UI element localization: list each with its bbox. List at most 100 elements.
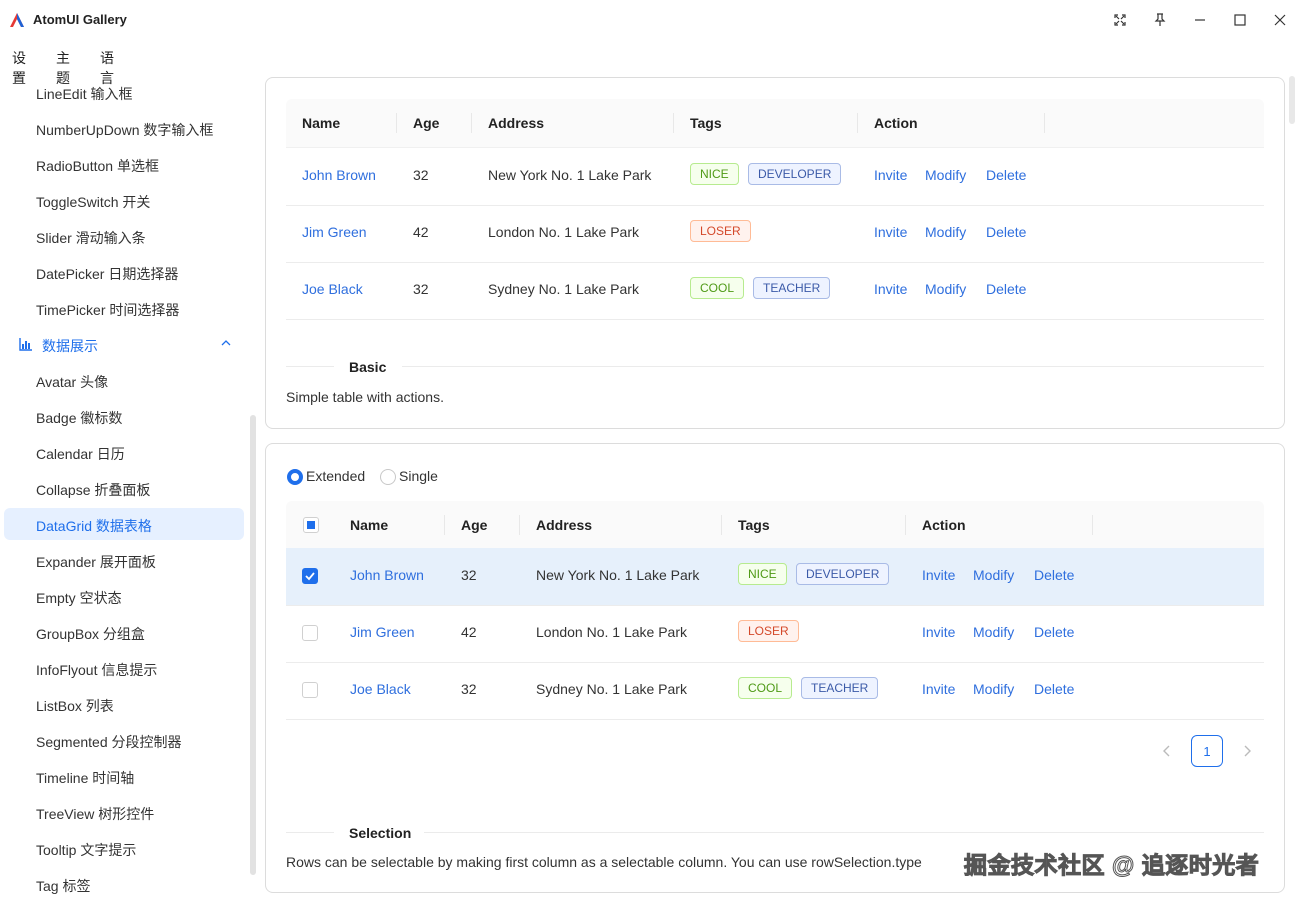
sidebar-item-segmented[interactable]: Segmented 分段控制器 bbox=[4, 724, 244, 756]
modify-link[interactable]: Modify bbox=[925, 167, 966, 183]
column-header-address[interactable]: Address bbox=[536, 517, 592, 533]
column-header-name[interactable]: Name bbox=[302, 115, 340, 131]
sidebar-item-avatar[interactable]: Avatar 头像 bbox=[4, 364, 244, 396]
delete-link[interactable]: Delete bbox=[986, 167, 1026, 183]
invite-link[interactable]: Invite bbox=[922, 567, 955, 583]
sidebar-item-empty[interactable]: Empty 空状态 bbox=[4, 580, 244, 612]
section-description: Rows can be selectable by making first c… bbox=[286, 854, 922, 870]
sidebar-item-slider[interactable]: Slider 滑动输入条 bbox=[4, 220, 244, 252]
invite-link[interactable]: Invite bbox=[874, 224, 907, 240]
row-age: 32 bbox=[461, 567, 477, 583]
fullscreen-button[interactable] bbox=[1108, 8, 1132, 32]
invite-link[interactable]: Invite bbox=[874, 281, 907, 297]
maximize-button[interactable] bbox=[1228, 8, 1252, 32]
basic-example-card: Name Age Address Tags Action John Brown … bbox=[265, 77, 1285, 429]
table-row[interactable]: Joe Black 32 Sydney No. 1 Lake Park COOL… bbox=[286, 662, 1264, 720]
sidebar-scrollbar[interactable] bbox=[250, 415, 256, 875]
column-divider bbox=[1092, 515, 1093, 535]
sidebar-item-datagrid[interactable]: DataGrid 数据表格 bbox=[4, 508, 244, 540]
invite-link[interactable]: Invite bbox=[874, 167, 907, 183]
modify-link[interactable]: Modify bbox=[973, 624, 1014, 640]
sidebar-item-lineedit[interactable]: LineEdit 输入框 bbox=[4, 76, 244, 108]
row-name[interactable]: Jim Green bbox=[302, 224, 367, 240]
chart-icon bbox=[19, 338, 32, 351]
delete-link[interactable]: Delete bbox=[986, 224, 1026, 240]
invite-link[interactable]: Invite bbox=[922, 624, 955, 640]
minimize-icon bbox=[1195, 19, 1205, 21]
pin-button[interactable] bbox=[1148, 8, 1172, 32]
sidebar-group-data-display[interactable]: 数据展示 bbox=[4, 328, 244, 360]
table-row-selected[interactable]: John Brown 32 New York No. 1 Lake Park N… bbox=[286, 548, 1264, 606]
row-name[interactable]: John Brown bbox=[302, 167, 376, 183]
sidebar-item-radiobutton[interactable]: RadioButton 单选框 bbox=[4, 148, 244, 180]
section-title: Selection bbox=[349, 825, 412, 841]
sidebar-item-label: Expander 展开面板 bbox=[36, 554, 156, 570]
minimize-button[interactable] bbox=[1188, 8, 1212, 32]
tag-cool: COOL bbox=[690, 277, 745, 299]
pagination-next-button[interactable] bbox=[1232, 736, 1262, 766]
radio-single-label[interactable]: Single bbox=[399, 468, 438, 484]
modify-link[interactable]: Modify bbox=[925, 224, 966, 240]
sidebar-item-badge[interactable]: Badge 徽标数 bbox=[4, 400, 244, 432]
sidebar-item-label: Calendar 日历 bbox=[36, 446, 125, 462]
sidebar-item-label: Timeline 时间轴 bbox=[36, 770, 135, 786]
app-title: AtomUI Gallery bbox=[33, 12, 127, 27]
sidebar-item-calendar[interactable]: Calendar 日历 bbox=[4, 436, 244, 468]
sidebar-item-toggleswitch[interactable]: ToggleSwitch 开关 bbox=[4, 184, 244, 216]
sidebar-item-label: TreeView 树形控件 bbox=[36, 806, 155, 822]
selection-table: Name Age Address Tags Action John Brown … bbox=[286, 501, 1264, 721]
modify-link[interactable]: Modify bbox=[925, 281, 966, 297]
close-button[interactable] bbox=[1268, 8, 1292, 32]
modify-link[interactable]: Modify bbox=[973, 567, 1014, 583]
row-name[interactable]: Joe Black bbox=[302, 281, 363, 297]
sidebar-item-timeline[interactable]: Timeline 时间轴 bbox=[4, 760, 244, 792]
sidebar-item-numberupdown[interactable]: NumberUpDown 数字输入框 bbox=[4, 112, 244, 144]
delete-link[interactable]: Delete bbox=[1034, 681, 1074, 697]
row-name[interactable]: John Brown bbox=[350, 567, 424, 583]
column-header-tags[interactable]: Tags bbox=[738, 517, 770, 533]
section-title: Basic bbox=[349, 359, 387, 375]
delete-link[interactable]: Delete bbox=[1034, 624, 1074, 640]
sidebar-item-tag[interactable]: Tag 标签 bbox=[4, 868, 244, 900]
sidebar-item-expander[interactable]: Expander 展开面板 bbox=[4, 544, 244, 576]
sidebar-item-collapse[interactable]: Collapse 折叠面板 bbox=[4, 472, 244, 504]
row-checkbox[interactable] bbox=[302, 625, 318, 641]
content-scrollbar[interactable] bbox=[1289, 76, 1295, 124]
row-checkbox[interactable] bbox=[302, 682, 318, 698]
chevron-left-icon bbox=[1163, 745, 1170, 757]
pagination-prev-button[interactable] bbox=[1152, 736, 1182, 766]
table-row[interactable]: Jim Green 42 London No. 1 Lake Park LOSE… bbox=[286, 605, 1264, 663]
column-header-address[interactable]: Address bbox=[488, 115, 544, 131]
row-name[interactable]: Jim Green bbox=[350, 624, 415, 640]
select-all-checkbox[interactable] bbox=[303, 517, 319, 533]
radio-extended[interactable] bbox=[287, 469, 303, 485]
app-logo-icon bbox=[10, 13, 24, 27]
column-header-action[interactable]: Action bbox=[922, 517, 966, 533]
sidebar-item-label: Collapse 折叠面板 bbox=[36, 482, 151, 498]
column-header-name[interactable]: Name bbox=[350, 517, 388, 533]
row-checkbox[interactable] bbox=[302, 568, 318, 584]
modify-link[interactable]: Modify bbox=[973, 681, 1014, 697]
pagination-page-1[interactable]: 1 bbox=[1191, 735, 1223, 767]
sidebar-item-infoflyout[interactable]: InfoFlyout 信息提示 bbox=[4, 652, 244, 684]
radio-extended-label[interactable]: Extended bbox=[306, 468, 365, 484]
column-header-age[interactable]: Age bbox=[461, 517, 487, 533]
invite-link[interactable]: Invite bbox=[922, 681, 955, 697]
sidebar-item-tooltip[interactable]: Tooltip 文字提示 bbox=[4, 832, 244, 864]
tag-teacher: TEACHER bbox=[753, 277, 831, 299]
sidebar-item-timepicker[interactable]: TimePicker 时间选择器 bbox=[4, 292, 244, 324]
column-header-tags[interactable]: Tags bbox=[690, 115, 722, 131]
sidebar-item-datepicker[interactable]: DatePicker 日期选择器 bbox=[4, 256, 244, 288]
delete-link[interactable]: Delete bbox=[1034, 567, 1074, 583]
sidebar-item-label: GroupBox 分组盒 bbox=[36, 626, 145, 642]
sidebar-item-listbox[interactable]: ListBox 列表 bbox=[4, 688, 244, 720]
delete-link[interactable]: Delete bbox=[986, 281, 1026, 297]
tag-loser: LOSER bbox=[690, 220, 751, 242]
row-age: 32 bbox=[461, 681, 477, 697]
radio-single[interactable] bbox=[380, 469, 396, 485]
column-header-action[interactable]: Action bbox=[874, 115, 918, 131]
sidebar-item-groupbox[interactable]: GroupBox 分组盒 bbox=[4, 616, 244, 648]
column-header-age[interactable]: Age bbox=[413, 115, 439, 131]
sidebar-item-treeview[interactable]: TreeView 树形控件 bbox=[4, 796, 244, 828]
row-name[interactable]: Joe Black bbox=[350, 681, 411, 697]
